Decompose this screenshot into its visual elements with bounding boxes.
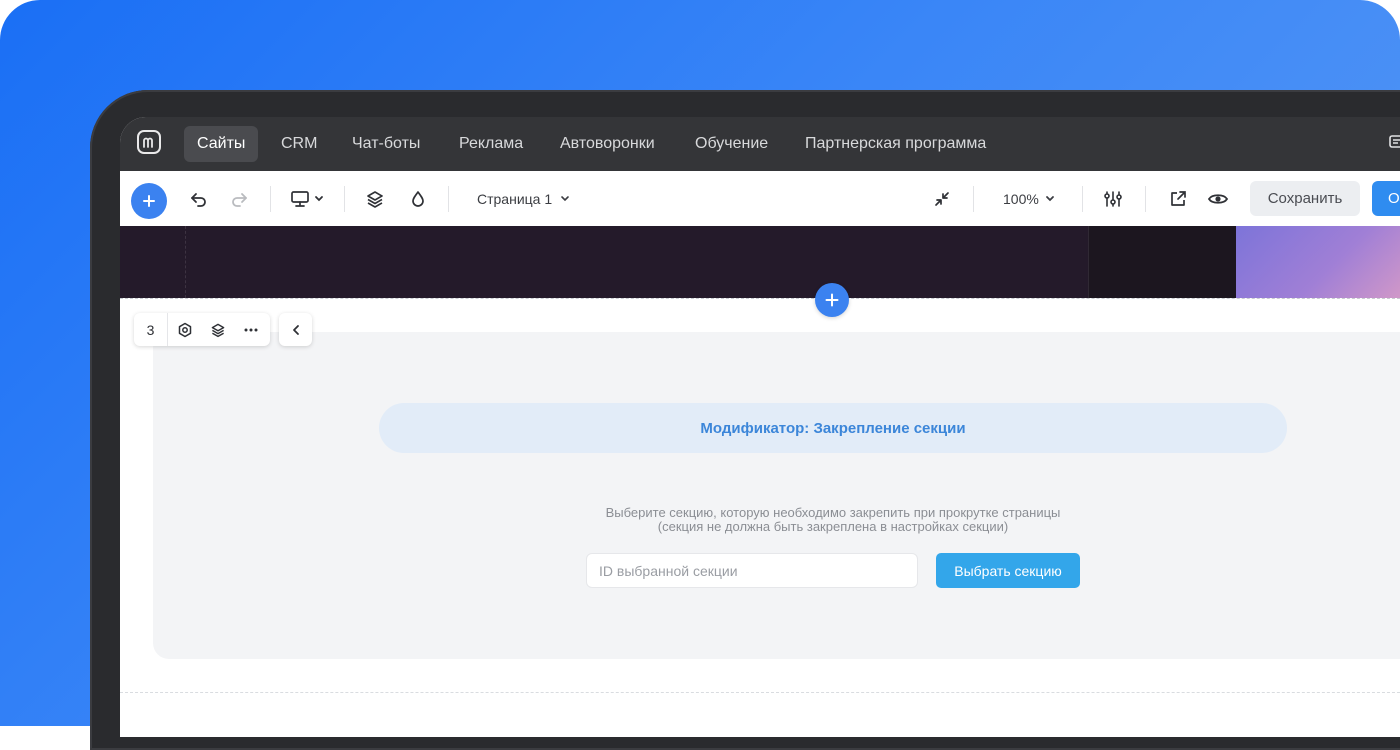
nav-item-sites[interactable]: Сайты <box>184 126 259 162</box>
add-section-button[interactable] <box>815 283 849 317</box>
choose-section-button[interactable]: Выбрать секцию <box>936 553 1080 588</box>
redo-icon <box>232 193 247 207</box>
undo-icon <box>191 193 206 207</box>
page-select[interactable]: Страница 1 <box>477 188 570 210</box>
settings-sliders-button[interactable] <box>1101 187 1125 211</box>
gradient-image <box>1236 226 1400 298</box>
logo-icon[interactable] <box>137 130 161 154</box>
toolbar-divider <box>1145 186 1146 212</box>
toolbar-divider <box>270 186 271 212</box>
add-element-button[interactable] <box>131 183 167 219</box>
previous-section-preview <box>120 226 1400 298</box>
top-navigation: Сайты CRM Чат-боты Реклама Автоворонки О… <box>120 117 1400 171</box>
layers-button[interactable] <box>363 187 387 211</box>
styles-button[interactable] <box>406 187 430 211</box>
plus-icon <box>143 195 155 207</box>
nav-item-funnels[interactable]: Автоворонки <box>547 126 668 162</box>
publish-button[interactable]: О <box>1372 181 1400 216</box>
chevron-left-icon <box>292 324 299 335</box>
block-layers-button[interactable] <box>201 313 234 346</box>
save-button[interactable]: Сохранить <box>1250 181 1360 216</box>
nav-item-ads[interactable]: Реклама <box>446 126 536 162</box>
open-external-button[interactable] <box>1166 187 1190 211</box>
description-line-1: Выберите секцию, которую необходимо закр… <box>605 505 1061 520</box>
settings-icon <box>178 322 191 337</box>
collapse-button[interactable] <box>930 187 954 211</box>
chevron-down-icon <box>1045 196 1054 202</box>
more-icon <box>244 328 257 331</box>
block-toolbar: 3 <box>134 313 270 346</box>
phone-image <box>1088 226 1238 298</box>
layers-icon <box>367 191 383 208</box>
nav-item-crm[interactable]: CRM <box>268 126 330 162</box>
editor-toolbar: Страница 1 100% Сохранить О <box>120 171 1400 227</box>
nav-item-partners[interactable]: Партнерская программа <box>792 126 999 162</box>
chevron-down-icon <box>315 196 323 202</box>
toolbar-divider <box>344 186 345 212</box>
eye-icon <box>1207 194 1229 204</box>
nav-item-learning[interactable]: Обучение <box>682 126 781 162</box>
zoom-select[interactable]: 100% <box>1003 188 1055 210</box>
external-link-icon <box>1171 191 1186 206</box>
section-divider <box>120 298 1400 299</box>
collapse-icon <box>935 192 949 206</box>
app-screen: Сайты CRM Чат-боты Реклама Автоворонки О… <box>120 117 1400 737</box>
block-number: 3 <box>134 313 168 346</box>
chevron-down-icon <box>561 196 569 202</box>
modifier-block <box>153 332 1400 659</box>
description-line-2: (секция не должна быть закреплена в наст… <box>657 519 1009 534</box>
preview-button[interactable] <box>1205 187 1231 211</box>
device-select[interactable] <box>286 187 328 211</box>
plus-icon <box>825 293 839 307</box>
drop-icon <box>412 191 424 207</box>
modifier-description: Выберите секцию, которую необходимо закр… <box>460 506 1206 534</box>
toolbar-divider <box>973 186 974 212</box>
redo-button[interactable] <box>227 187 251 211</box>
block-collapse-button[interactable] <box>279 313 312 346</box>
sliders-icon <box>1104 191 1122 207</box>
layers-icon <box>211 323 224 337</box>
block-settings-button[interactable] <box>168 313 201 346</box>
page-select-label: Страница 1 <box>477 191 553 207</box>
grid-guide <box>185 226 186 298</box>
section-id-input[interactable] <box>586 553 918 588</box>
undo-button[interactable] <box>187 187 211 211</box>
zoom-label: 100% <box>1003 191 1039 207</box>
chat-icon[interactable] <box>1388 134 1400 157</box>
block-more-button[interactable] <box>234 313 267 346</box>
modifier-title: Модификатор: Закрепление секции <box>379 403 1287 453</box>
toolbar-divider <box>1082 186 1083 212</box>
nav-item-chatbots[interactable]: Чат-боты <box>339 126 433 162</box>
section-divider <box>120 692 1400 693</box>
desktop-icon <box>291 191 309 207</box>
toolbar-divider <box>448 186 449 212</box>
